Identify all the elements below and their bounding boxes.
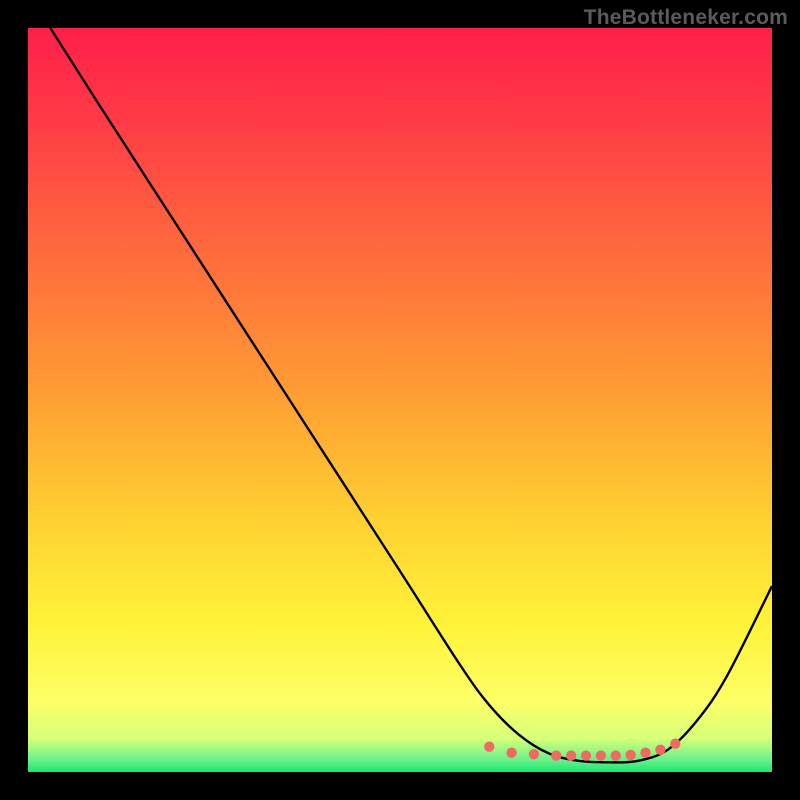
chart-background-gradient — [28, 28, 772, 772]
marker-dot — [484, 742, 494, 752]
chart-svg — [28, 28, 772, 772]
marker-dot — [625, 750, 635, 760]
marker-dot — [596, 750, 606, 760]
marker-dot — [611, 750, 621, 760]
marker-dot — [529, 749, 539, 759]
marker-dot — [640, 747, 650, 757]
chart-plot-area — [28, 28, 772, 772]
watermark-text: TheBottleneker.com — [584, 6, 788, 30]
marker-dot — [551, 750, 561, 760]
marker-dot — [670, 739, 680, 749]
marker-dot — [581, 750, 591, 760]
marker-dot — [506, 747, 516, 757]
marker-dot — [566, 750, 576, 760]
marker-dot — [655, 744, 665, 754]
